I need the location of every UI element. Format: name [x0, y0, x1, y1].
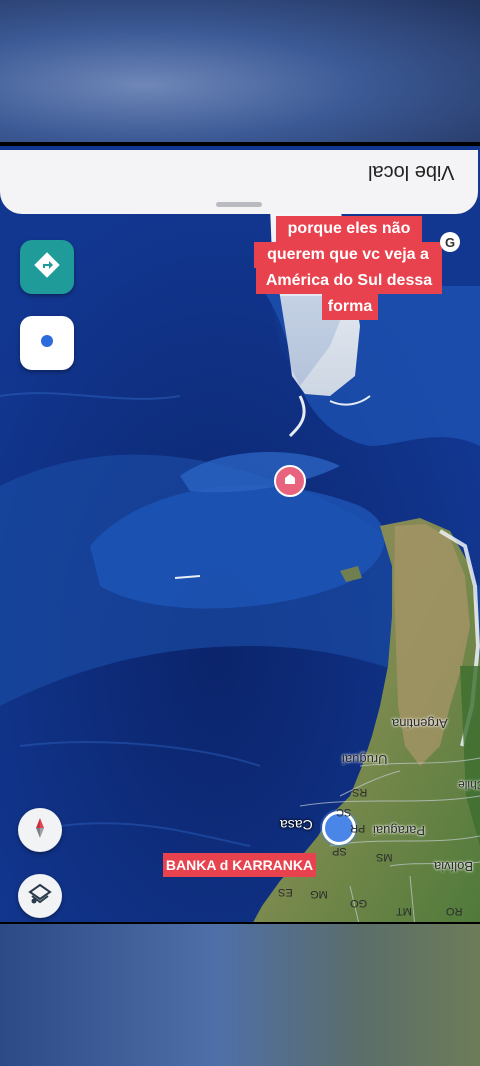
state-code: MS: [376, 851, 393, 863]
sheet-title: Vibe local: [367, 161, 454, 183]
compass-button[interactable]: [18, 808, 62, 852]
my-location-button[interactable]: [20, 316, 74, 370]
state-code: ES: [278, 886, 293, 898]
home-pin[interactable]: [274, 465, 306, 497]
watermark-banner: BANKA d KARRANKA: [163, 853, 316, 877]
label-bolivia: Bolívia: [434, 859, 474, 874]
state-code: MG: [310, 888, 328, 900]
state-code: PR: [350, 822, 366, 834]
drag-handle[interactable]: [216, 202, 262, 207]
layers-button[interactable]: [18, 874, 62, 918]
label-casa: Casa: [280, 817, 313, 833]
compass-icon: [30, 816, 50, 845]
home-pin-icon: [283, 472, 297, 491]
label-argentina: Argentina: [392, 716, 448, 731]
state-code: SC: [336, 806, 352, 818]
label-uruguai: Uruguai: [342, 752, 388, 767]
label-chile: Chile: [458, 778, 480, 792]
directions-icon: [34, 251, 60, 283]
video-blur-bottom: [0, 924, 480, 1066]
state-code: GO: [350, 897, 368, 909]
corner-badge[interactable]: G: [440, 232, 460, 252]
caption-line-1: porque eles não: [276, 216, 422, 242]
video-blur-top: [0, 0, 480, 142]
state-code: SP: [332, 845, 347, 857]
state-code: RS: [352, 786, 368, 798]
caption-line-3: América do Sul dessa: [256, 268, 442, 294]
bottom-sheet[interactable]: Vibe local: [0, 150, 478, 214]
map-frame[interactable]: Vibe local porque eles não querem que vc…: [0, 142, 480, 924]
label-paraguai: Paraguai: [373, 823, 426, 838]
caption-line-2: querem que vc veja a: [254, 242, 442, 268]
my-location-icon: [40, 334, 54, 353]
state-code: MT: [396, 905, 412, 917]
state-code: RO: [446, 905, 463, 917]
caption-line-4: forma: [322, 294, 378, 320]
directions-button[interactable]: [20, 240, 74, 294]
layers-icon: [27, 881, 53, 912]
